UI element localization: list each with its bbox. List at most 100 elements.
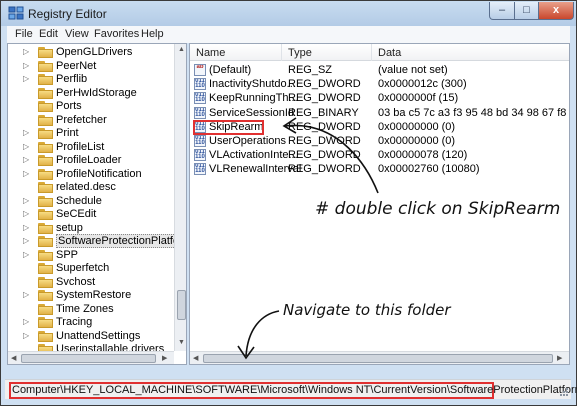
close-button[interactable]: x xyxy=(538,2,574,20)
folder-icon xyxy=(38,74,53,85)
expand-arrow-icon[interactable]: ▷ xyxy=(23,331,29,340)
expand-arrow-icon[interactable]: ▷ xyxy=(23,61,29,70)
expand-arrow-icon[interactable]: ▷ xyxy=(23,317,29,326)
tree-item[interactable]: Svchost xyxy=(8,276,176,289)
expand-arrow-icon[interactable]: ▷ xyxy=(23,236,29,245)
value-type: REG_DWORD xyxy=(288,78,361,91)
column-header-type[interactable]: Type xyxy=(288,47,312,59)
folder-icon xyxy=(38,330,53,342)
tree-item[interactable]: Ports xyxy=(8,100,176,113)
folder-icon xyxy=(38,290,53,301)
tree-item[interactable]: ▷ SoftwareProtectionPlatform xyxy=(8,234,186,248)
resize-grip-icon[interactable] xyxy=(559,387,569,397)
registry-value-row[interactable]: 011 110 VLActivationInte... REG_DWORD 0x0000… xyxy=(190,148,569,162)
registry-value-row[interactable]: 011 110 ServiceSessionId REG_BINARY 03 ba c5… xyxy=(190,106,569,120)
folder-icon xyxy=(38,263,53,274)
tree-item[interactable]: ▷ ProfileList xyxy=(8,141,176,154)
tree-item[interactable]: ▷ PeerNet xyxy=(8,60,176,73)
menu-edit[interactable]: Edit xyxy=(39,28,58,40)
folder-icon xyxy=(38,168,53,180)
tree-scroll-thumb[interactable] xyxy=(177,290,186,320)
tree-item[interactable]: ▷ ProfileNotification xyxy=(8,168,176,181)
column-divider[interactable] xyxy=(371,44,372,61)
tree-item[interactable]: Prefetcher xyxy=(8,114,176,127)
tree-item[interactable]: ▷ Tracing xyxy=(8,316,176,329)
expand-arrow-icon[interactable]: ▷ xyxy=(23,290,29,299)
tree-item-label: Print xyxy=(56,127,79,139)
tree-vertical-scrollbar[interactable]: ▲ ▼ xyxy=(174,44,186,351)
registry-value-row[interactable]: ab (Default) REG_SZ (value not set) xyxy=(190,63,569,77)
column-header-name[interactable]: Name xyxy=(196,47,225,59)
tree-item-label: Superfetch xyxy=(56,262,110,274)
binary-value-icon: 011 110 xyxy=(194,163,206,176)
tree-item[interactable]: Superfetch xyxy=(8,262,176,275)
expand-arrow-icon[interactable]: ▷ xyxy=(23,223,29,232)
list-hscroll-thumb[interactable] xyxy=(203,354,553,363)
tree-item[interactable]: ▷ Perflib xyxy=(8,73,176,86)
column-header-data[interactable]: Data xyxy=(378,47,401,59)
expand-arrow-icon[interactable]: ▷ xyxy=(23,74,29,83)
tree-item[interactable]: PerHwIdStorage xyxy=(8,87,176,100)
value-type: REG_BINARY xyxy=(288,106,359,119)
title-bar[interactable]: Registry Editor – □ x xyxy=(1,1,576,26)
registry-value-row[interactable]: 011 110 VLRenewalInterval REG_DWORD 0x000027… xyxy=(190,162,569,176)
expand-arrow-icon[interactable]: ▷ xyxy=(23,128,29,137)
binary-value-icon: 011 110 xyxy=(194,92,206,105)
value-data: 0x0000012c (300) xyxy=(378,78,467,91)
column-divider[interactable] xyxy=(281,44,282,61)
folder-icon xyxy=(38,128,53,139)
menu-file[interactable]: File xyxy=(15,28,33,40)
tree-item-label: SeCEdit xyxy=(56,208,97,220)
folder-icon xyxy=(38,222,53,234)
tree-item[interactable]: ▷ Schedule xyxy=(8,195,176,208)
status-bar: Computer\HKEY_LOCAL_MACHINE\SOFTWARE\Mic… xyxy=(5,379,577,399)
tree-horizontal-scrollbar[interactable]: ◀ ▶ xyxy=(8,351,174,364)
expand-arrow-icon[interactable]: ▷ xyxy=(23,250,29,259)
expand-arrow-icon[interactable]: ▷ xyxy=(23,209,29,218)
value-data: 0x0000000f (15) xyxy=(378,92,459,105)
menu-help[interactable]: Help xyxy=(141,28,164,40)
tree-item[interactable]: ▷ UnattendSettings xyxy=(8,330,176,343)
tree-item-label: SystemRestore xyxy=(56,289,132,301)
registry-value-row[interactable]: 011 110 KeepRunningTh... REG_DWORD 0x0000000… xyxy=(190,91,569,105)
expand-arrow-icon[interactable]: ▷ xyxy=(23,155,29,164)
folder-icon xyxy=(38,87,53,99)
tree-item-label: ProfileLoader xyxy=(56,154,122,166)
scroll-right-icon[interactable]: ▶ xyxy=(557,354,562,362)
value-data: 0x00002760 (10080) xyxy=(378,163,480,176)
value-type: REG_DWORD xyxy=(288,163,361,176)
tree-item[interactable]: ▷ SPP xyxy=(8,249,176,262)
tree-item[interactable]: ▷ OpenGLDrivers xyxy=(8,46,176,59)
scroll-left-icon[interactable]: ◀ xyxy=(11,354,16,362)
binary-value-icon: 011 110 xyxy=(194,78,206,91)
value-type: REG_SZ xyxy=(288,64,333,76)
value-type: REG_DWORD xyxy=(288,149,361,162)
value-name: UserOperations xyxy=(209,135,287,147)
expand-arrow-icon[interactable]: ▷ xyxy=(23,47,29,56)
scroll-right-icon[interactable]: ▶ xyxy=(162,354,167,362)
expand-arrow-icon[interactable]: ▷ xyxy=(23,196,29,205)
folder-icon xyxy=(38,209,53,220)
tree-item[interactable]: ▷ SystemRestore xyxy=(8,289,176,302)
scroll-left-icon[interactable]: ◀ xyxy=(193,354,198,362)
scroll-down-icon[interactable]: ▼ xyxy=(178,339,185,346)
tree-item[interactable]: ▷ ProfileLoader xyxy=(8,154,176,167)
registry-value-row[interactable]: 011 110 InactivityShutdo... REG_DWORD 0x0000… xyxy=(190,77,569,91)
minimize-button[interactable]: – xyxy=(489,2,515,20)
tree-item[interactable]: Time Zones xyxy=(8,303,176,316)
expand-arrow-icon[interactable]: ▷ xyxy=(23,142,29,151)
registry-value-row[interactable]: 011 110 UserOperations REG_DWORD 0x00000000 … xyxy=(190,134,569,148)
list-horizontal-scrollbar[interactable]: ◀ ▶ xyxy=(190,351,569,364)
folder-icon xyxy=(38,195,53,207)
tree-item[interactable]: ▷ setup xyxy=(8,222,176,235)
tree-item[interactable]: ▷ SeCEdit xyxy=(8,208,176,221)
registry-tree: ▷ OpenGLDrivers ▷ PeerNet ▷ Perflib PerHwIdSto… xyxy=(7,43,187,365)
expand-arrow-icon[interactable]: ▷ xyxy=(23,169,29,178)
menu-view[interactable]: View xyxy=(65,28,89,40)
scroll-up-icon[interactable]: ▲ xyxy=(178,46,185,53)
menu-favorites[interactable]: Favorites xyxy=(94,28,139,40)
tree-hscroll-thumb[interactable] xyxy=(21,354,156,363)
tree-item[interactable]: ▷ Print xyxy=(8,127,176,140)
tree-item[interactable]: related.desc xyxy=(8,181,176,194)
maximize-button[interactable]: □ xyxy=(514,2,539,20)
